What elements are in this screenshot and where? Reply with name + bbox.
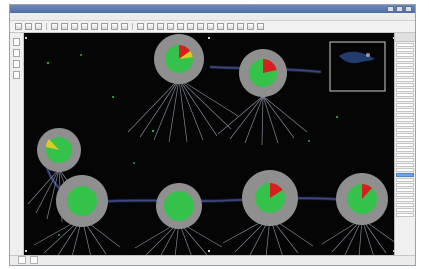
toolbar-button-12[interactable] xyxy=(137,23,144,30)
left-rail-button-2[interactable] xyxy=(13,49,20,57)
network-canvas[interactable] xyxy=(24,33,396,255)
property-row[interactable] xyxy=(396,68,414,72)
property-row[interactable] xyxy=(396,193,414,197)
property-row[interactable] xyxy=(396,98,414,102)
node-core xyxy=(164,191,194,221)
property-row[interactable] xyxy=(396,88,414,92)
property-row[interactable] xyxy=(396,133,414,137)
property-row[interactable] xyxy=(396,43,414,47)
toolbar-button-18[interactable] xyxy=(197,23,204,30)
toolbar-button-13[interactable] xyxy=(147,23,154,30)
property-row[interactable] xyxy=(396,113,414,117)
left-rail xyxy=(10,33,24,255)
toolbar-button-15[interactable] xyxy=(167,23,174,30)
property-row[interactable] xyxy=(396,163,414,167)
status-tab-2[interactable] xyxy=(29,256,38,264)
left-rail-button-4[interactable] xyxy=(13,71,20,79)
toolbar-button-9[interactable] xyxy=(101,23,108,30)
node-core xyxy=(67,186,97,216)
toolbar-button-10[interactable] xyxy=(111,23,118,30)
property-row[interactable] xyxy=(396,58,414,62)
property-row[interactable] xyxy=(396,108,414,112)
property-row[interactable] xyxy=(396,128,414,132)
minimize-button[interactable] xyxy=(387,6,394,12)
title-bar xyxy=(10,5,415,13)
toolbar-button-20[interactable] xyxy=(217,23,224,30)
property-row[interactable] xyxy=(396,93,414,97)
property-row[interactable] xyxy=(396,178,414,182)
toolbar-button-21[interactable] xyxy=(227,23,234,30)
property-row[interactable] xyxy=(396,138,414,142)
close-button[interactable] xyxy=(405,6,412,12)
selected-property-row[interactable] xyxy=(396,173,414,177)
toolbar-button-16[interactable] xyxy=(177,23,184,30)
toolbar-button-4[interactable] xyxy=(51,23,58,30)
toolbar-button-19[interactable] xyxy=(207,23,214,30)
toolbar-button-2[interactable] xyxy=(25,23,32,30)
property-row[interactable] xyxy=(396,53,414,57)
network-graph xyxy=(24,33,396,255)
app-window xyxy=(9,4,416,266)
property-row[interactable] xyxy=(396,83,414,87)
property-row[interactable] xyxy=(396,123,414,127)
property-row[interactable] xyxy=(396,63,414,67)
toolbar-button-6[interactable] xyxy=(71,23,78,30)
window-controls xyxy=(387,6,412,12)
property-row[interactable] xyxy=(396,143,414,147)
toolbar-button-3[interactable] xyxy=(35,23,42,30)
property-row[interactable] xyxy=(396,148,414,152)
toolbar-button-1[interactable] xyxy=(15,23,22,30)
property-row[interactable] xyxy=(396,213,414,217)
maximize-button[interactable] xyxy=(396,6,403,12)
status-tab-1[interactable] xyxy=(18,256,26,264)
property-row[interactable] xyxy=(396,48,414,52)
left-rail-button-1[interactable] xyxy=(13,38,20,46)
status-bar xyxy=(10,255,415,265)
property-row[interactable] xyxy=(396,73,414,77)
property-row[interactable] xyxy=(396,183,414,187)
toolbar-button-14[interactable] xyxy=(157,23,164,30)
toolbar-separator xyxy=(46,23,47,30)
properties-panel-title xyxy=(395,33,415,42)
properties-panel xyxy=(394,33,415,255)
property-row[interactable] xyxy=(396,103,414,107)
property-row[interactable] xyxy=(396,78,414,82)
property-row[interactable] xyxy=(396,153,414,157)
menu-bar xyxy=(10,13,415,21)
toolbar-button-24[interactable] xyxy=(257,23,264,30)
toolbar-button-23[interactable] xyxy=(247,23,254,30)
property-row[interactable] xyxy=(396,208,414,212)
property-row[interactable] xyxy=(396,168,414,172)
toolbar-button-17[interactable] xyxy=(187,23,194,30)
property-row[interactable] xyxy=(396,188,414,192)
toolbar-button-11[interactable] xyxy=(121,23,128,30)
toolbar-separator xyxy=(132,23,133,30)
toolbar xyxy=(10,21,415,33)
toolbar-button-22[interactable] xyxy=(237,23,244,30)
property-row[interactable] xyxy=(396,118,414,122)
property-row[interactable] xyxy=(396,198,414,202)
property-row[interactable] xyxy=(396,158,414,162)
property-row[interactable] xyxy=(396,203,414,207)
toolbar-button-8[interactable] xyxy=(91,23,98,30)
left-rail-button-3[interactable] xyxy=(13,60,20,68)
toolbar-button-5[interactable] xyxy=(61,23,68,30)
toolbar-button-7[interactable] xyxy=(81,23,88,30)
